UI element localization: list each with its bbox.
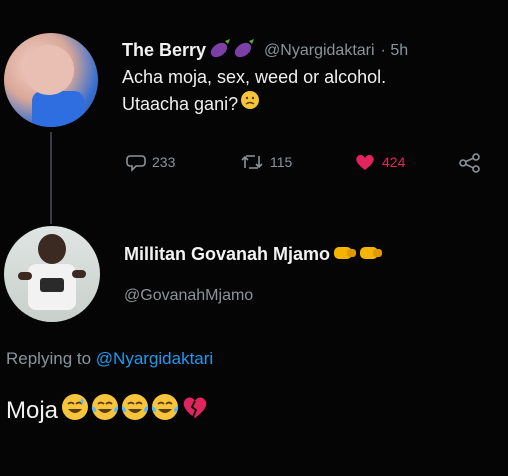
reply-action[interactable]: 233	[126, 152, 175, 172]
retweet-count: 115	[270, 154, 293, 170]
tweet-avatar[interactable]	[4, 33, 98, 127]
share-action[interactable]	[458, 152, 488, 174]
reply-icon	[126, 155, 146, 172]
fist-emoji-icon	[358, 242, 384, 267]
tears-of-joy-emoji-icon	[90, 392, 120, 429]
tears-of-joy-emoji-icon	[120, 392, 150, 429]
reply-count: 233	[152, 154, 176, 170]
tweet-time: · 5h	[380, 41, 409, 59]
eggplant-emoji-icon	[234, 38, 256, 63]
reply-text: Moja	[6, 392, 210, 429]
heart-icon	[356, 154, 374, 170]
tweet-text-line1: Acha moja, sex, weed or alcohol.	[122, 67, 387, 87]
replying-prefix: Replying to	[6, 349, 92, 368]
reply-handle[interactable]: @GovanahMjamo	[124, 287, 253, 305]
tweet-handle[interactable]: @Nyargidaktari	[264, 42, 375, 60]
reply-avatar[interactable]	[4, 226, 100, 322]
tweet-text-line2: Utaacha gani?	[122, 93, 239, 114]
confused-face-emoji-icon	[240, 90, 260, 117]
retweet-action[interactable]: 115	[240, 152, 292, 172]
replying-handle-link[interactable]: @Nyargidaktari	[96, 349, 213, 368]
like-action[interactable]: 424	[354, 152, 405, 172]
like-count: 424	[382, 154, 406, 170]
grinning-sweat-emoji-icon	[60, 392, 90, 429]
tweet-text: Acha moja, sex, weed or alcohol. Utaacha…	[122, 64, 492, 117]
thread-line	[50, 132, 52, 224]
fist-emoji-icon	[332, 242, 358, 267]
retweet-icon	[241, 155, 263, 169]
tears-of-joy-emoji-icon	[150, 392, 180, 429]
replying-to: Replying to @Nyargidaktari	[6, 349, 213, 369]
share-icon	[459, 153, 480, 173]
eggplant-emoji-icon	[210, 38, 232, 63]
tweet-author-name[interactable]: The Berry	[122, 40, 206, 61]
reply-author-name[interactable]: Millitan Govanah Mjamo	[124, 244, 330, 265]
broken-heart-emoji-icon	[180, 393, 210, 428]
reply-text-word: Moja	[6, 396, 59, 424]
